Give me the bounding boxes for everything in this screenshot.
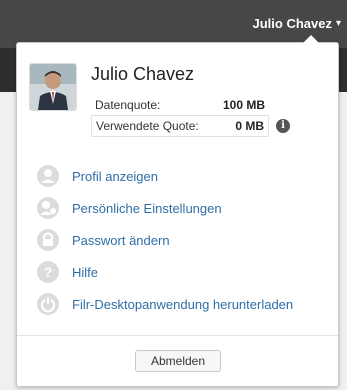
user-menu-trigger[interactable]: Julio Chavez ▾ [253, 16, 342, 31]
quota-label: Datenquote: [95, 98, 161, 112]
menu-item-label: Profil anzeigen [72, 168, 158, 184]
person-icon [37, 165, 59, 187]
quota-row: Datenquote: 100 MB [91, 95, 269, 116]
user-dropdown-panel: Julio Chavez Datenquote: 100 MB Verwende… [16, 35, 339, 387]
user-menu-name: Julio Chavez [252, 16, 332, 31]
divider [17, 335, 338, 336]
help-icon: ? [37, 261, 59, 283]
menu-item-label: Passwort ändern [72, 232, 170, 248]
menu-item-label: Persönliche Einstellungen [72, 200, 222, 216]
used-quota-row: Verwendete Quote: 0 MB [91, 116, 269, 137]
profile-name: Julio Chavez [91, 64, 195, 84]
used-quota-label: Verwendete Quote: [96, 119, 199, 133]
user-menu: Profil anzeigen Persönliche Einstellunge… [37, 160, 327, 320]
quota-table: Datenquote: 100 MB Verwendete Quote: 0 M… [91, 95, 269, 137]
menu-item-label: Filr-Desktopanwendung herunterladen [72, 296, 294, 312]
menu-item-personal-settings[interactable]: Persönliche Einstellungen [37, 192, 327, 224]
avatar [29, 63, 77, 111]
logout-button[interactable]: Abmelden [135, 350, 221, 372]
person-settings-icon [37, 197, 59, 219]
menu-item-change-password[interactable]: Passwort ändern [37, 224, 327, 256]
power-icon [37, 293, 59, 315]
menu-item-download-desktop-app[interactable]: Filr-Desktopanwendung herunterladen [37, 288, 327, 320]
info-icon[interactable]: i [276, 119, 290, 133]
menu-item-view-profile[interactable]: Profil anzeigen [37, 160, 327, 192]
used-quota-value: 0 MB [235, 119, 264, 133]
top-bar: Julio Chavez ▾ [0, 0, 347, 48]
menu-item-label: Hilfe [72, 264, 99, 280]
lock-icon [37, 229, 59, 251]
menu-item-help[interactable]: ? Hilfe [37, 256, 327, 288]
svg-text:?: ? [44, 264, 53, 280]
quota-value: 100 MB [222, 98, 265, 112]
chevron-down-icon: ▾ [335, 18, 341, 29]
popup-notch [303, 35, 319, 43]
